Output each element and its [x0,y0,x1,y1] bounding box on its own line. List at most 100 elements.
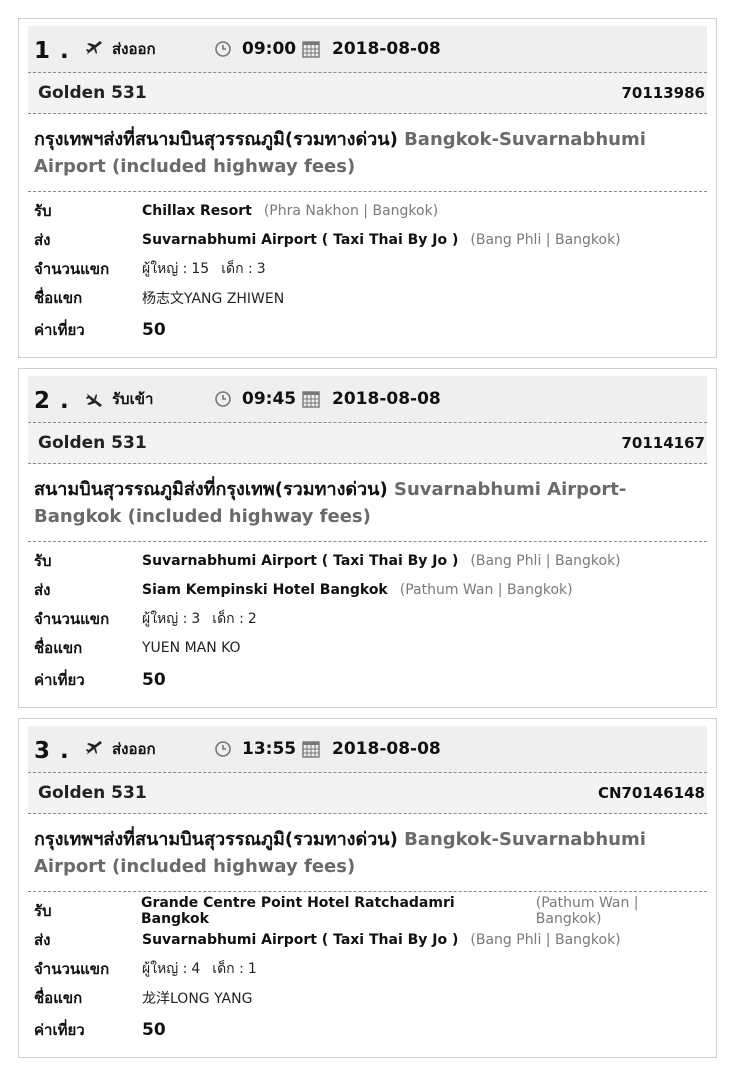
transfer-type: ส่งออก [112,740,156,758]
dropoff-location: Siam Kempinski Hotel Bangkok [142,581,388,598]
child-count: 1 [247,960,257,977]
adult-count: 4 [191,960,201,977]
guest-row: ชื่อแขก 龙洋LONG YANG [34,983,707,1012]
pickup-label: รับ [34,551,52,570]
pickup-date: 2018-08-08 [332,39,441,59]
guest-name: 龙洋LONG YANG [142,990,253,1007]
pickup-date: 2018-08-08 [332,739,441,759]
fare-label: ค่าเที่ยว [34,1020,85,1039]
fare-amount: 50 [142,319,166,340]
calendar-icon [301,39,321,59]
dropoff-area: (Pathum Wan | Bangkok) [399,581,573,598]
departure-plane-icon [84,39,104,59]
dropoff-row: ส่ง Siam Kempinski Hotel Bangkok (Pathum… [34,575,707,604]
pickup-label: รับ [34,201,52,220]
booking-details: รับ Chillax Resort (Phra Nakhon | Bangko… [28,192,707,347]
pickup-location: Chillax Resort [142,202,252,219]
calendar-icon [301,739,321,759]
route-description: กรุงเทพฯส่งที่สนามบินสุวรรณภูมิ(รวมทางด่… [28,814,707,892]
booking-number: 2 . [34,388,70,414]
pickup-location: Grande Centre Point Hotel Ratchadamri Ba… [140,894,455,927]
route-description: สนามบินสุวรรณภูมิส่งที่กรุงเทพ(รวมทางด่ว… [28,464,707,542]
booking-number: 1 . [34,38,70,64]
booking-id: CN70146148 [597,784,705,802]
booking-header: 2 . รับเข้า 09:45 2018-08-08 [28,376,707,423]
pickup-area: (Pathum Wan | Bangkok) [535,894,639,927]
passengers-row: จำนวนแขก ผู้ใหญ่ : 3 เด็ก : 2 [34,604,707,633]
fare-row: ค่าเที่ยว 50 [34,312,707,347]
fare-label: ค่าเที่ยว [34,670,85,689]
booking-header: 3 . ส่งออก 13:55 2018-08-08 [28,726,707,773]
dropoff-location: Suvarnabhumi Airport ( Taxi Thai By Jo ) [142,931,459,948]
company-name: Golden 531 [38,783,147,803]
booking-card: 3 . ส่งออก 13:55 2018-08-08 Golden 531 C… [18,718,717,1058]
calendar-icon [301,389,321,409]
company-name: Golden 531 [38,83,147,103]
pickup-time: 09:00 [242,39,297,59]
guest-label: ชื่อแขก [34,288,83,307]
booking-subheader: Golden 531 70114167 [28,423,707,464]
child-label: เด็ก : [212,610,244,627]
fare-row: ค่าเที่ยว 50 [34,1012,707,1047]
pickup-row: รับ Chillax Resort (Phra Nakhon | Bangko… [34,196,707,225]
passengers-row: จำนวนแขก ผู้ใหญ่ : 15 เด็ก : 3 [34,254,707,283]
passengers-label: จำนวนแขก [34,609,110,628]
pickup-date: 2018-08-08 [332,389,441,409]
adult-label: ผู้ใหญ่ : [142,260,188,277]
passengers-label: จำนวนแขก [34,959,110,978]
company-name: Golden 531 [38,433,147,453]
dropoff-area: (Bang Phli | Bangkok) [470,231,621,248]
booking-card: 1 . ส่งออก 09:00 2018-08-08 Golden 531 7… [18,18,717,358]
pickup-label: รับ [34,901,52,920]
fare-amount: 50 [142,1019,166,1040]
dropoff-area: (Bang Phli | Bangkok) [470,931,621,948]
pickup-time: 09:45 [242,389,297,409]
pickup-row: รับ Grande Centre Point Hotel Ratchadamr… [34,894,707,927]
child-count: 2 [247,610,257,627]
guest-row: ชื่อแขก YUEN MAN KO [34,633,707,662]
transfer-type: รับเข้า [112,390,154,408]
pickup-time: 13:55 [242,739,297,759]
booking-header: 1 . ส่งออก 09:00 2018-08-08 [28,26,707,73]
booking-subheader: Golden 531 70113986 [28,73,707,114]
fare-row: ค่าเที่ยว 50 [34,662,707,697]
pickup-location: Suvarnabhumi Airport ( Taxi Thai By Jo ) [142,552,459,569]
booking-id: 70113986 [621,84,706,102]
adult-count: 15 [191,260,210,277]
guest-name: 杨志文YANG ZHIWEN [142,290,285,307]
booking-details: รับ Suvarnabhumi Airport ( Taxi Thai By … [28,542,707,697]
booking-list: 1 . ส่งออก 09:00 2018-08-08 Golden 531 7… [0,0,731,1058]
dropoff-row: ส่ง Suvarnabhumi Airport ( Taxi Thai By … [34,925,707,954]
clock-icon [214,40,232,58]
dropoff-location: Suvarnabhumi Airport ( Taxi Thai By Jo ) [142,231,459,248]
booking-details: รับ Grande Centre Point Hotel Ratchadamr… [28,892,707,1047]
route-thai: กรุงเทพฯส่งที่สนามบินสุวรรณภูมิ(รวมทางด่… [34,129,398,150]
fare-label: ค่าเที่ยว [34,320,85,339]
booking-card: 2 . รับเข้า 09:45 2018-08-08 Golden 531 … [18,368,717,708]
clock-icon [214,740,232,758]
adult-label: ผู้ใหญ่ : [142,960,188,977]
adult-label: ผู้ใหญ่ : [142,610,188,627]
child-label: เด็ก : [221,260,253,277]
pickup-area: (Phra Nakhon | Bangkok) [263,202,439,219]
guest-label: ชื่อแขก [34,988,83,1007]
guest-name: YUEN MAN KO [142,639,241,656]
adult-count: 3 [191,610,201,627]
guest-row: ชื่อแขก 杨志文YANG ZHIWEN [34,283,707,312]
child-label: เด็ก : [212,960,244,977]
dropoff-label: ส่ง [34,230,51,249]
guest-label: ชื่อแขก [34,638,83,657]
route-description: กรุงเทพฯส่งที่สนามบินสุวรรณภูมิ(รวมทางด่… [28,114,707,192]
pickup-area: (Bang Phli | Bangkok) [470,552,621,569]
fare-amount: 50 [142,669,166,690]
child-count: 3 [256,260,266,277]
booking-subheader: Golden 531 CN70146148 [28,773,707,814]
route-thai: สนามบินสุวรรณภูมิส่งที่กรุงเทพ(รวมทางด่ว… [34,479,388,500]
dropoff-label: ส่ง [34,580,51,599]
passengers-label: จำนวนแขก [34,259,110,278]
route-thai: กรุงเทพฯส่งที่สนามบินสุวรรณภูมิ(รวมทางด่… [34,829,398,850]
passengers-row: จำนวนแขก ผู้ใหญ่ : 4 เด็ก : 1 [34,954,707,983]
arrival-plane-icon [84,389,104,409]
pickup-row: รับ Suvarnabhumi Airport ( Taxi Thai By … [34,546,707,575]
booking-id: 70114167 [621,434,706,452]
